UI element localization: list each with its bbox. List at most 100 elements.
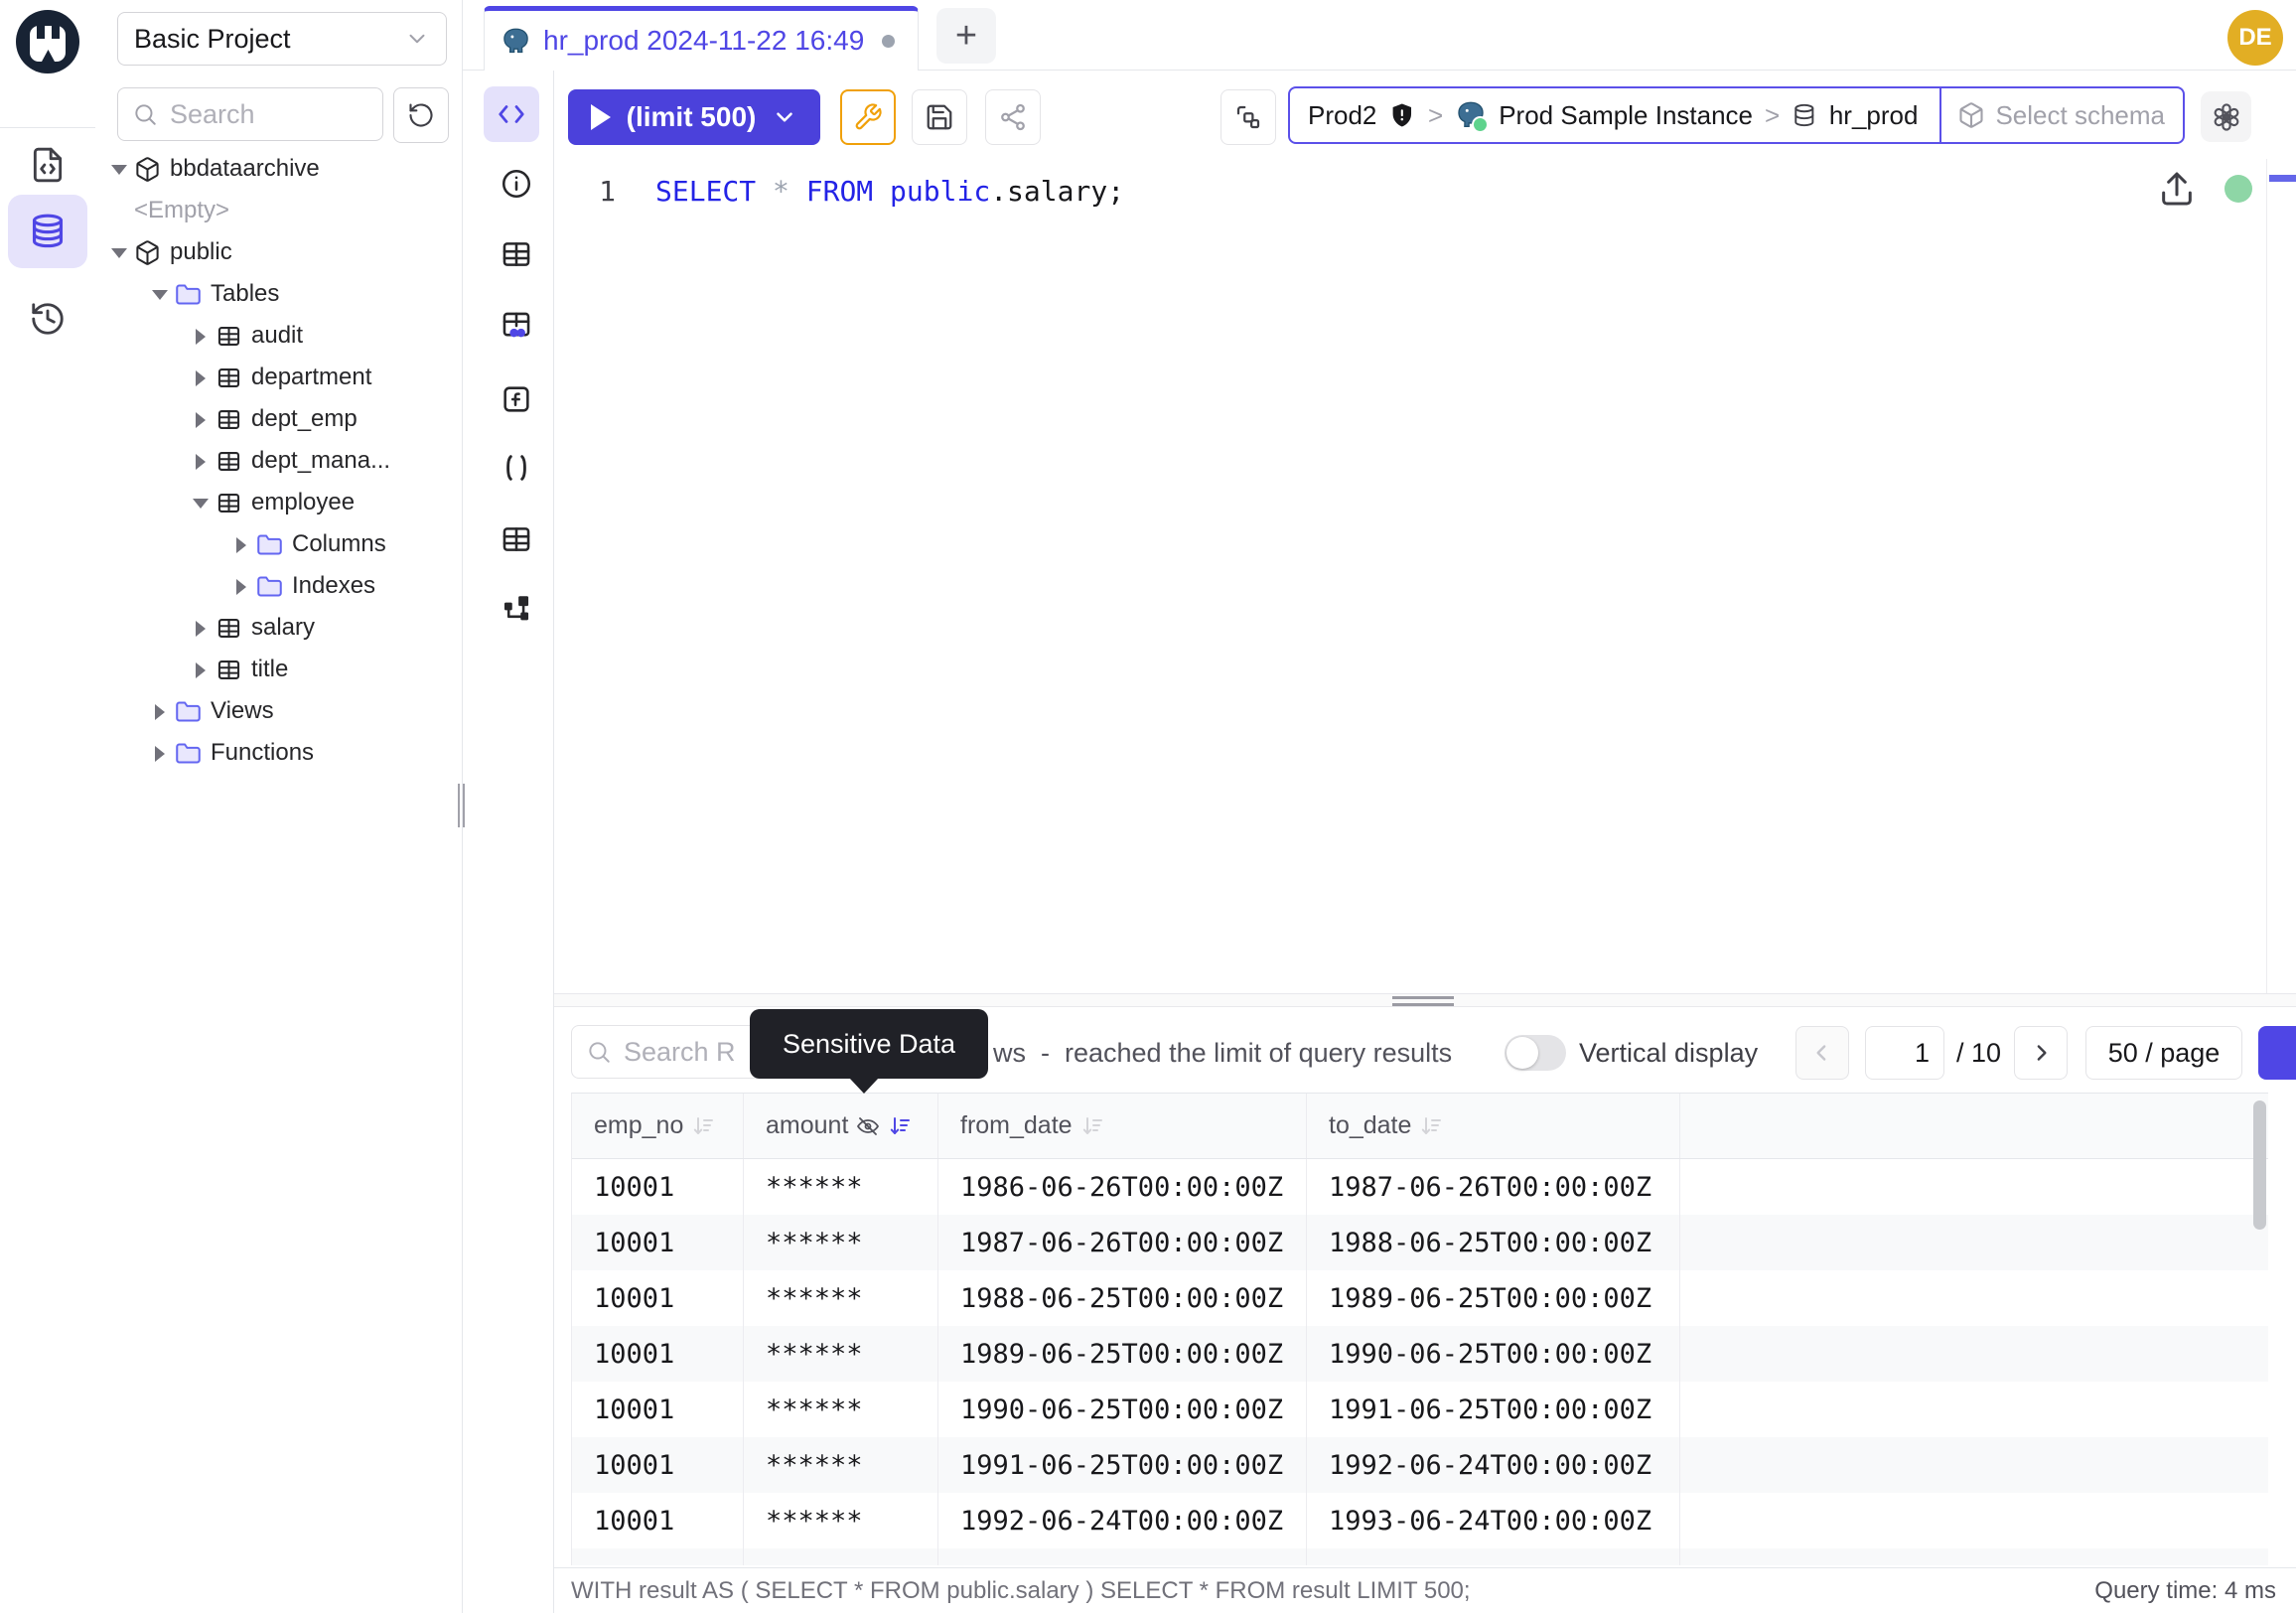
caret-down-icon[interactable] [152, 287, 166, 301]
bytebase-logo[interactable] [16, 10, 79, 73]
tree-item[interactable]: Columns [95, 523, 462, 565]
column-header-emp_no[interactable]: emp_no [572, 1094, 744, 1158]
connection-breadcrumb[interactable]: Prod2 > Prod Sample Instance > hr_prod S… [1288, 86, 2185, 144]
nav-history-button[interactable] [8, 282, 87, 356]
table-cell[interactable]: 1993-06-24T00:00:00Z [1307, 1493, 1680, 1548]
table-cell[interactable]: 1993-06-24T00:00:00Z [938, 1548, 1307, 1565]
tree-item[interactable]: salary [95, 607, 462, 649]
tree-item[interactable]: audit [95, 315, 462, 357]
table-row[interactable]: 10001******1986-06-26T00:00:00Z1987-06-2… [572, 1159, 2268, 1215]
sort-icon[interactable] [1080, 1114, 1104, 1138]
caret-right-icon[interactable] [233, 537, 247, 551]
drag-grip[interactable] [1392, 996, 1454, 1010]
next-page-button[interactable] [2014, 1026, 2068, 1080]
caret-right-icon[interactable] [193, 454, 207, 468]
column-header-to_date[interactable]: to_date [1307, 1094, 1680, 1158]
table-cell[interactable]: ****** [744, 1159, 938, 1215]
eye-off-icon[interactable] [856, 1114, 880, 1138]
sort-icon[interactable] [888, 1114, 912, 1138]
refresh-tree-button[interactable] [393, 87, 449, 143]
table-row[interactable]: 10001******1989-06-25T00:00:00Z1990-06-2… [572, 1326, 2268, 1382]
caret-down-icon[interactable] [111, 245, 125, 259]
panel-resize-divider[interactable] [554, 993, 2296, 1007]
column-header-amount[interactable]: amount [744, 1094, 938, 1158]
table-cell[interactable]: 10001 [572, 1326, 744, 1382]
sort-icon[interactable] [691, 1114, 715, 1138]
nav-worksheet-button[interactable] [8, 128, 87, 202]
code-panel-toggle[interactable] [484, 86, 539, 142]
parameters-button[interactable] [495, 446, 538, 490]
schema-selector[interactable]: Select schema [1957, 100, 2165, 131]
caret-right-icon[interactable] [193, 370, 207, 384]
sensitive-data-button[interactable] [495, 304, 538, 348]
batch-query-button[interactable] [1220, 89, 1276, 145]
nav-database-button[interactable] [8, 195, 87, 268]
table-cell[interactable]: ****** [744, 1382, 938, 1437]
tree-item[interactable]: title [95, 649, 462, 690]
tree-item[interactable]: <Empty> [95, 190, 462, 231]
caret-down-icon[interactable] [193, 496, 207, 510]
table-cell[interactable]: ****** [744, 1548, 938, 1565]
sidebar-resize-handle[interactable] [458, 784, 466, 827]
table-row[interactable]: 10001******1987-06-26T00:00:00Z1988-06-2… [572, 1215, 2268, 1270]
table-cell[interactable]: ****** [744, 1437, 938, 1493]
project-selector[interactable]: Basic Project [117, 12, 447, 66]
table-cell[interactable]: 10001 [572, 1548, 744, 1565]
tree-item[interactable]: bbdataarchive [95, 148, 462, 190]
function-button[interactable] [495, 377, 538, 421]
tree-item[interactable]: employee [95, 482, 462, 523]
table-row[interactable]: 10001******1993-06-24T00:00:00Z1994-06-2… [572, 1548, 2268, 1565]
ai-assistant-button[interactable] [2201, 91, 2251, 142]
sort-icon[interactable] [1419, 1114, 1443, 1138]
table-cell[interactable]: 1989-06-25T00:00:00Z [1307, 1270, 1680, 1326]
caret-right-icon[interactable] [193, 412, 207, 426]
code-line[interactable]: SELECT * FROM public.salary; [655, 175, 1124, 208]
tree-item[interactable]: department [95, 357, 462, 398]
tree-item[interactable]: dept_mana... [95, 440, 462, 482]
table-cell[interactable]: ****** [744, 1215, 938, 1270]
caret-right-icon[interactable] [193, 621, 207, 635]
table-info-button[interactable] [495, 232, 538, 276]
avatar[interactable]: DE [2227, 10, 2283, 66]
tree-item[interactable]: Tables [95, 273, 462, 315]
table-cell[interactable]: 10001 [572, 1215, 744, 1270]
run-query-button[interactable]: (limit 500) [568, 89, 820, 145]
table-cell[interactable]: 10001 [572, 1437, 744, 1493]
table-cell[interactable]: 1990-06-25T00:00:00Z [1307, 1326, 1680, 1382]
caret-right-icon[interactable] [233, 579, 247, 593]
schema-diagram-button[interactable] [495, 587, 538, 631]
tree-item[interactable]: public [95, 231, 462, 273]
table-cell[interactable]: 1991-06-25T00:00:00Z [1307, 1382, 1680, 1437]
table-scrollbar-thumb[interactable] [2253, 1100, 2266, 1230]
table-row[interactable]: 10001******1990-06-25T00:00:00Z1991-06-2… [572, 1382, 2268, 1437]
sql-editor[interactable]: 1 SELECT * FROM public.salary; [554, 159, 2296, 993]
table-cell[interactable]: 10001 [572, 1159, 744, 1215]
table-cell[interactable]: 1988-06-25T00:00:00Z [1307, 1215, 1680, 1270]
export-button-clipped[interactable] [2258, 1026, 2296, 1080]
caret-down-icon[interactable] [111, 162, 125, 176]
tree-item[interactable]: Indexes [95, 565, 462, 607]
table-cell[interactable]: ****** [744, 1326, 938, 1382]
table-cell[interactable]: ****** [744, 1493, 938, 1548]
table-cell[interactable]: 1989-06-25T00:00:00Z [938, 1326, 1307, 1382]
table-cell[interactable]: 10001 [572, 1382, 744, 1437]
caret-right-icon[interactable] [152, 704, 166, 718]
table-row[interactable]: 10001******1992-06-24T00:00:00Z1993-06-2… [572, 1493, 2268, 1548]
caret-right-icon[interactable] [152, 746, 166, 760]
share-button[interactable] [985, 89, 1041, 145]
add-tab-button[interactable]: + [936, 8, 996, 64]
column-header-from_date[interactable]: from_date [938, 1094, 1307, 1158]
table-cell[interactable]: 1994-06-24T00:00:00Z [1307, 1548, 1680, 1565]
caret-right-icon[interactable] [193, 329, 207, 343]
table-data-button[interactable] [495, 517, 538, 561]
table-cell[interactable]: 1986-06-26T00:00:00Z [938, 1159, 1307, 1215]
tree-search-input[interactable] [168, 98, 351, 131]
tree-item[interactable]: dept_emp [95, 398, 462, 440]
caret-right-icon[interactable] [193, 662, 207, 676]
table-row[interactable]: 10001******1991-06-25T00:00:00Z1992-06-2… [572, 1437, 2268, 1493]
table-cell[interactable]: 1990-06-25T00:00:00Z [938, 1382, 1307, 1437]
tab-hr-prod[interactable]: hr_prod 2024-11-22 16:49 [484, 6, 919, 71]
vertical-display-toggle[interactable] [1505, 1035, 1566, 1071]
table-cell[interactable]: 1992-06-24T00:00:00Z [1307, 1437, 1680, 1493]
query-options-button[interactable] [840, 89, 896, 145]
